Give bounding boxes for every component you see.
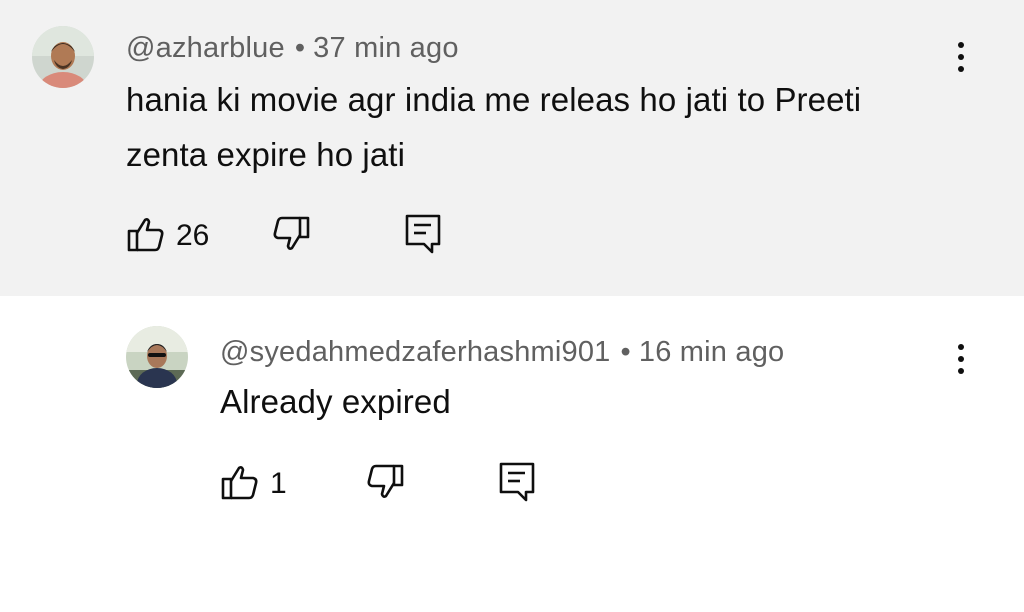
dislike-button[interactable] [365, 462, 405, 506]
thumbs-down-icon [271, 214, 311, 259]
like-button[interactable]: 1 [220, 462, 287, 506]
author-name[interactable]: @syedahmedzaferhashmi901 [220, 336, 611, 368]
comment-time[interactable]: 37 min ago [313, 32, 459, 64]
comment-thread-top: @azharblue • 37 min ago hania ki movie agr… [0, 0, 1024, 296]
comment-actions: 26 [126, 214, 456, 258]
thumbs-down-icon [365, 462, 405, 507]
avatar[interactable] [126, 326, 188, 388]
reply-button[interactable] [404, 214, 442, 258]
comment-text: hania ki movie agr india me releas ho ja… [126, 81, 862, 173]
avatar[interactable] [32, 26, 94, 88]
reply-button[interactable] [498, 462, 536, 506]
dislike-button[interactable] [271, 214, 311, 258]
reply-comment-icon [404, 213, 442, 260]
more-vertical-icon[interactable] [955, 42, 967, 82]
comment-meta: @azharblue • 37 min ago [126, 32, 459, 65]
author-name[interactable]: @azharblue [126, 32, 285, 64]
comment-reply: @syedahmedzaferhashmi901 • 16 min ago Alre… [0, 296, 1024, 612]
like-button[interactable]: 26 [126, 214, 209, 258]
comment-text: Already expired [220, 383, 451, 420]
comment-actions: 1 [220, 462, 550, 506]
comment-meta: @syedahmedzaferhashmi901 • 16 min ago [220, 336, 784, 369]
comment-time[interactable]: 16 min ago [639, 336, 785, 368]
thumbs-up-icon [220, 462, 260, 507]
meta-separator: • [294, 32, 306, 64]
thumbs-up-icon [126, 214, 166, 259]
reply-comment-icon [498, 461, 536, 508]
more-vertical-icon[interactable] [955, 344, 967, 384]
like-count: 26 [176, 219, 210, 252]
like-count: 1 [270, 467, 287, 500]
meta-separator: • [620, 336, 631, 368]
